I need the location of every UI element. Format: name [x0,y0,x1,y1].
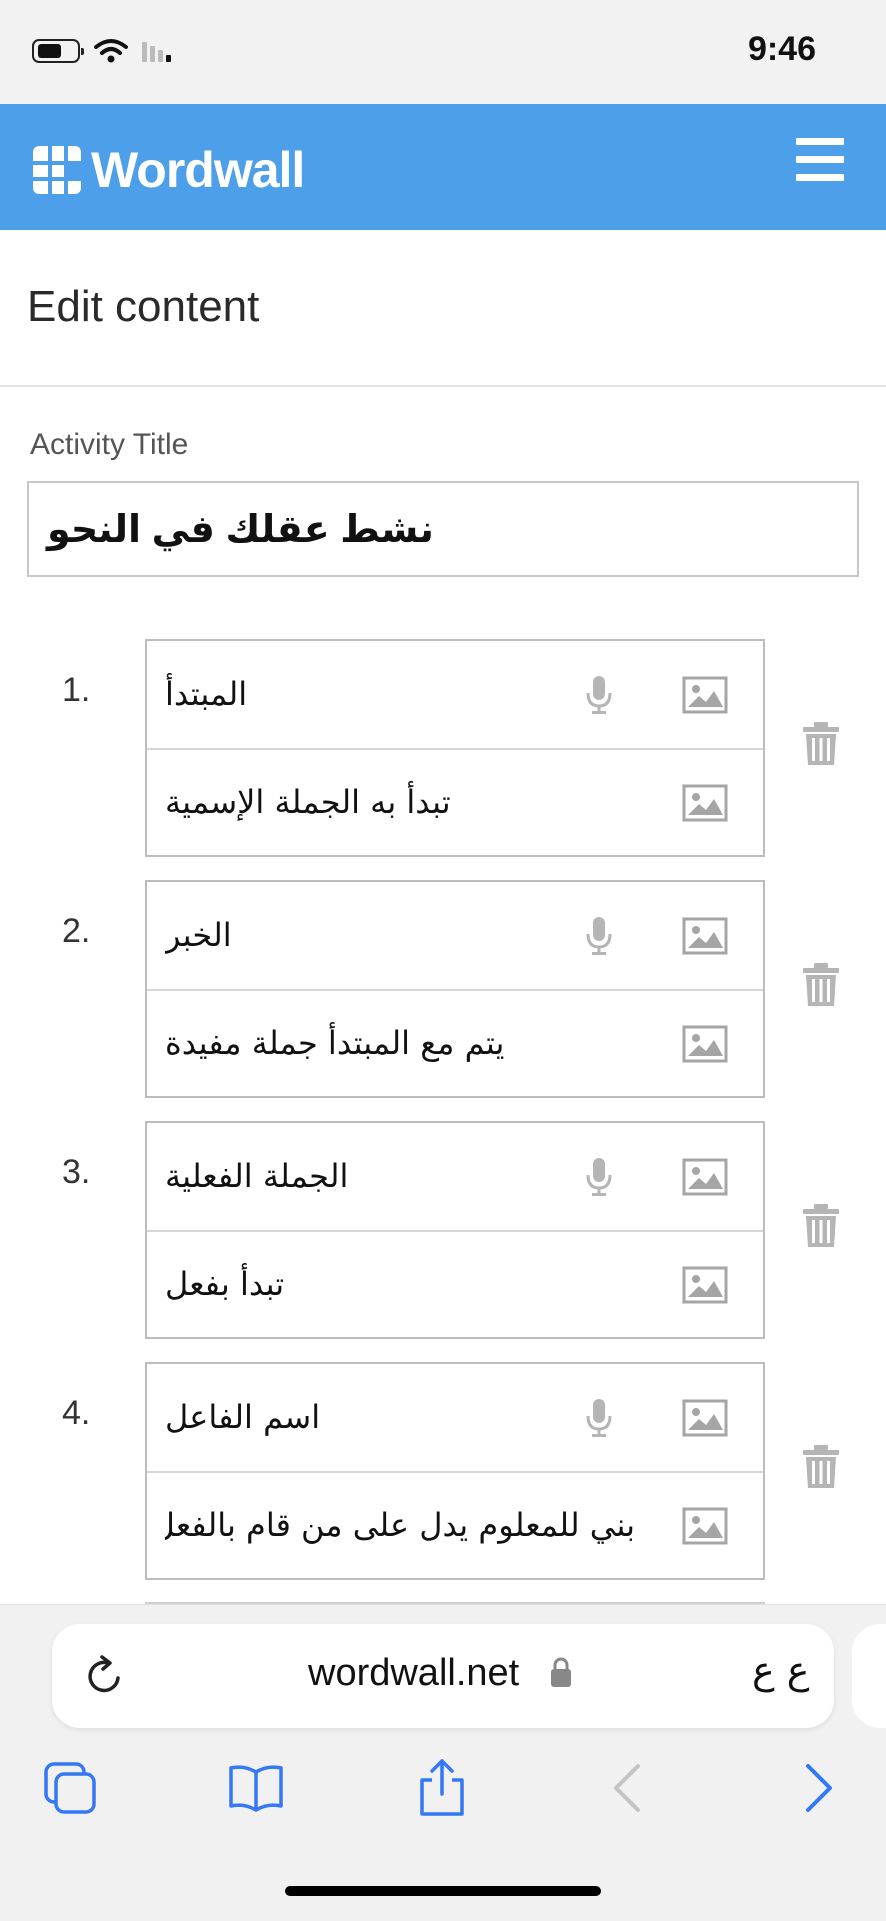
url-text: wordwall.net [308,1652,520,1694]
activity-title-value: نشط عقلك في النحو [47,508,434,551]
list-item: 1. المبتدأ تبدأ به الجملة الإسمية [0,639,886,857]
definition-text: يتم مع المبتدأ جملة مفيدة [165,1024,505,1062]
item-number: 1. [62,671,91,709]
wordwall-logo[interactable]: Wordwall [33,142,305,198]
status-time: 9:46 [747,30,816,68]
hamburger-menu-button[interactable] [796,138,844,192]
term-text: المبتدأ [165,675,248,713]
image-icon[interactable] [682,1025,728,1063]
image-icon[interactable] [682,1158,728,1196]
share-icon[interactable] [412,1758,472,1818]
microphone-icon[interactable] [585,916,613,956]
trash-icon[interactable] [800,962,842,1008]
next-tab-pill-edge [852,1624,886,1728]
term-field[interactable]: اسم الفاعل [147,1364,763,1473]
item-card: اسم الفاعل بني للمعلوم يدل على من قام با… [145,1362,765,1580]
text-size-button[interactable]: ع ع [752,1648,809,1692]
trash-icon[interactable] [800,721,842,767]
definition-field[interactable]: يتم مع المبتدأ جملة مفيدة [147,990,763,1097]
address-bar[interactable]: wordwall.net ع ع [52,1624,834,1728]
definition-field[interactable]: بني للمعلوم يدل على من قام بالفعل [147,1472,763,1579]
term-text: الجملة الفعلية [165,1157,349,1195]
divider [0,385,886,387]
lock-icon [551,1657,571,1687]
term-field[interactable]: الجملة الفعلية [147,1123,763,1232]
list-item: 3. الجملة الفعلية تبدأ بفعل [0,1121,886,1339]
forward-icon[interactable] [788,1758,848,1818]
image-icon[interactable] [682,1266,728,1304]
image-icon[interactable] [682,917,728,955]
trash-icon[interactable] [800,1203,842,1249]
wifi-icon [94,39,128,63]
item-card: الخبر يتم مع المبتدأ جملة مفيدة [145,880,765,1098]
app-header: Wordwall [0,104,886,230]
definition-field[interactable]: تبدأ بفعل [147,1231,763,1338]
item-card: المبتدأ تبدأ به الجملة الإسمية [145,639,765,857]
item-number: 3. [62,1153,91,1191]
term-field[interactable]: المبتدأ [147,641,763,750]
item-number: 4. [62,1394,91,1432]
list-item: 4. اسم الفاعل بني للمعلوم يدل على من قام… [0,1362,886,1580]
term-field[interactable]: الخبر [147,882,763,991]
tabs-icon[interactable] [40,1758,100,1818]
definition-text: تبدأ به الجملة الإسمية [165,783,451,821]
term-text: الخبر [165,916,232,954]
image-icon[interactable] [682,1507,728,1545]
activity-title-input[interactable]: نشط عقلك في النحو [27,481,859,577]
definition-text: تبدأ بفعل [165,1265,285,1303]
wordwall-logo-icon [33,146,81,194]
image-icon[interactable] [682,784,728,822]
item-number: 2. [62,912,91,950]
activity-title-label: Activity Title [30,428,189,461]
microphone-icon[interactable] [585,675,613,715]
trash-icon[interactable] [800,1444,842,1490]
list-item: 2. الخبر يتم مع المبتدأ جملة مفيدة [0,880,886,1098]
status-bar: 9:46 [0,0,886,104]
back-icon[interactable] [598,1758,658,1818]
bookmarks-icon[interactable] [226,1758,286,1818]
microphone-icon[interactable] [585,1157,613,1197]
home-indicator[interactable] [285,1886,601,1896]
reload-icon[interactable] [82,1654,126,1698]
cellular-signal-icon [142,40,171,62]
image-icon[interactable] [682,1399,728,1437]
term-text: اسم الفاعل [165,1398,321,1436]
definition-text: بني للمعلوم يدل على من قام بالفعل [165,1506,635,1544]
microphone-icon[interactable] [585,1398,613,1438]
battery-icon [32,39,84,63]
page-title: Edit content [27,282,260,331]
definition-field[interactable]: تبدأ به الجملة الإسمية [147,749,763,856]
logo-text: Wordwall [91,142,305,198]
item-card: الجملة الفعلية تبدأ بفعل [145,1121,765,1339]
image-icon[interactable] [682,676,728,714]
